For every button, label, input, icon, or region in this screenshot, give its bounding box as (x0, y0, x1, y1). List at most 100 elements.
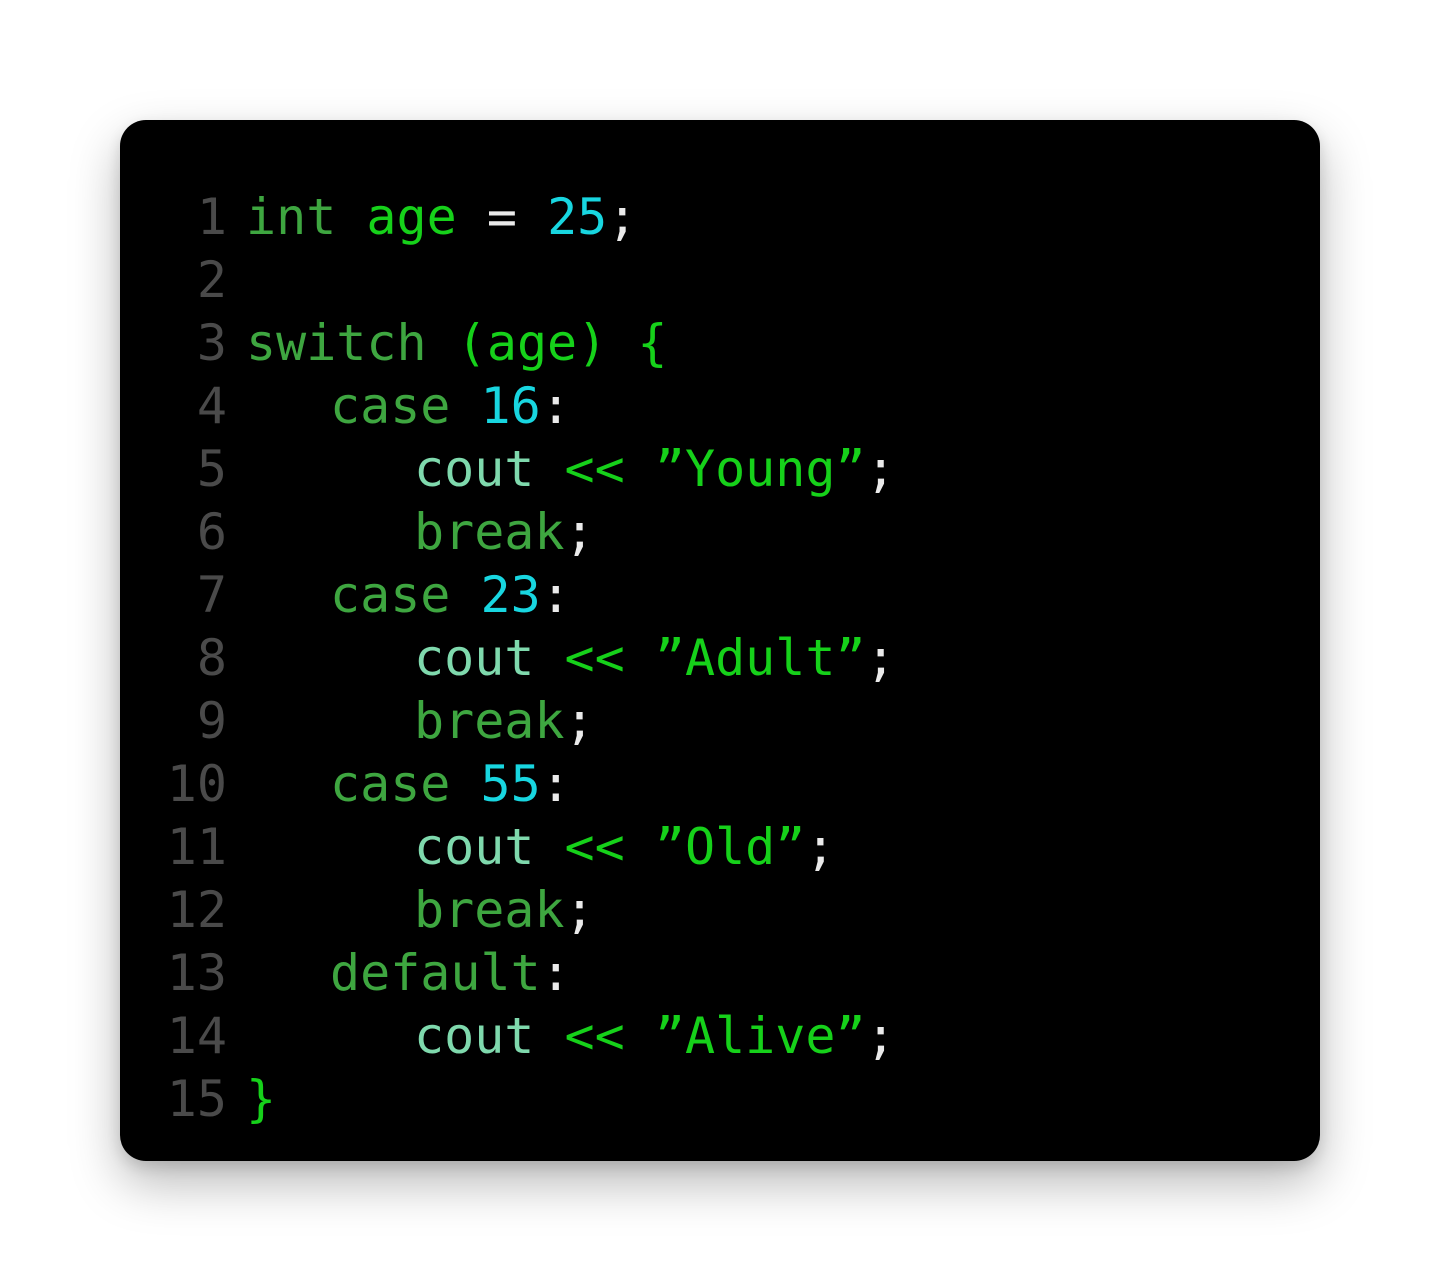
punctuation-token: = (486, 188, 517, 246)
string-token: ”Adult” (654, 629, 866, 687)
number-token: 23 (480, 566, 541, 624)
number-token: 55 (480, 755, 541, 813)
line-code: break; (246, 690, 595, 753)
line-code: switch (age) { (246, 312, 667, 375)
function-token: cout (414, 1007, 535, 1065)
number-token: 16 (480, 377, 541, 435)
line-number: 2 (196, 251, 227, 309)
line-number: 14 (166, 1007, 227, 1065)
code-line: 14 cout << ”Alive”; (120, 1005, 1320, 1068)
line-number: 7 (196, 566, 227, 624)
function-token: cout (414, 440, 535, 498)
line-number: 11 (166, 818, 227, 876)
keyword-token: break (414, 881, 565, 939)
identifier-token: } (246, 1070, 277, 1128)
punctuation-token: : (540, 944, 571, 1002)
line-number: 6 (196, 503, 227, 561)
punctuation-token: ; (564, 503, 595, 561)
line-number: 5 (196, 440, 227, 498)
punctuation-token: ; (865, 440, 896, 498)
line-number: 1 (196, 188, 227, 246)
line-number: 15 (166, 1070, 227, 1128)
code-line: 8 cout << ”Adult”; (120, 627, 1320, 690)
punctuation-token: ; (564, 692, 595, 750)
function-token: cout (414, 818, 535, 876)
line-code: default: (246, 942, 571, 1005)
punctuation-token: ; (865, 629, 896, 687)
code-line: 7 case 23: (120, 564, 1320, 627)
code-block: 1 int age = 25; 2 3 switch (age) {4 case 16: 5… (120, 186, 1320, 1131)
line-code: break; (246, 879, 595, 942)
keyword-token: int (246, 188, 337, 246)
line-number: 3 (196, 314, 227, 372)
punctuation-token: : (540, 755, 571, 813)
code-line: 6 break; (120, 501, 1320, 564)
code-line: 3 switch (age) { (120, 312, 1320, 375)
punctuation-token: ; (865, 1007, 896, 1065)
code-line: 15} (120, 1068, 1320, 1131)
string-token: ”Alive” (654, 1007, 866, 1065)
line-number: 12 (166, 881, 227, 939)
code-line: 12 break; (120, 879, 1320, 942)
keyword-token: case (330, 377, 451, 435)
function-token: cout (414, 629, 535, 687)
keyword-token: case (330, 566, 451, 624)
line-code: break; (246, 501, 595, 564)
line-code: } (246, 1068, 276, 1131)
code-line: 1 int age = 25; (120, 186, 1320, 249)
number-token: 25 (547, 188, 608, 246)
line-number: 10 (166, 755, 227, 813)
line-code: cout << ”Alive”; (246, 1005, 896, 1068)
code-line: 5 cout << ”Young”; (120, 438, 1320, 501)
punctuation-token: ; (564, 881, 595, 939)
line-code: case 16: (246, 375, 571, 438)
operator-token: << (564, 440, 625, 498)
identifier-token: age (366, 188, 457, 246)
code-line: 11 cout << ”Old”; (120, 816, 1320, 879)
punctuation-token: ; (805, 818, 836, 876)
line-number: 4 (196, 377, 227, 435)
line-code: cout << ”Adult”; (246, 627, 896, 690)
string-token: ”Young” (654, 440, 866, 498)
keyword-token: break (414, 692, 565, 750)
punctuation-token: ; (607, 188, 638, 246)
line-code: int age = 25; (246, 186, 637, 249)
keyword-token: switch (246, 314, 427, 372)
code-snippet-card: 1 int age = 25; 2 3 switch (age) {4 case 16: 5… (120, 120, 1320, 1161)
line-code: case 23: (246, 564, 571, 627)
string-token: ”Old” (654, 818, 806, 876)
keyword-token: case (330, 755, 451, 813)
code-line: 4 case 16: (120, 375, 1320, 438)
identifier-token: { (637, 314, 668, 372)
code-line: 2 (120, 249, 1320, 312)
line-number: 8 (196, 629, 227, 687)
punctuation-token: : (540, 566, 571, 624)
line-code: cout << ”Old”; (246, 816, 835, 879)
code-line: 13 default: (120, 942, 1320, 1005)
identifier-token: (age) (456, 314, 608, 372)
line-number: 13 (166, 944, 227, 1002)
keyword-token: default (330, 944, 541, 1002)
code-line: 10 case 55: (120, 753, 1320, 816)
line-code: cout << ”Young”; (246, 438, 896, 501)
line-code: case 55: (246, 753, 571, 816)
operator-token: << (564, 818, 625, 876)
keyword-token: break (414, 503, 565, 561)
code-line: 9 break; (120, 690, 1320, 753)
punctuation-token: : (540, 377, 571, 435)
